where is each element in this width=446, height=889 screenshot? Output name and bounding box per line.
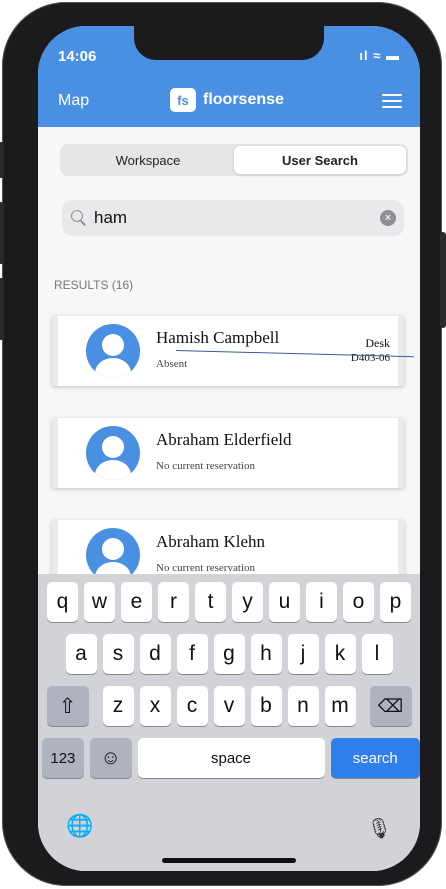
key-z[interactable]: z bbox=[102, 686, 134, 726]
key-y[interactable]: y bbox=[232, 582, 263, 622]
key-m[interactable]: m bbox=[324, 686, 356, 726]
hamburger-menu-icon[interactable] bbox=[382, 94, 402, 108]
key-c[interactable]: c bbox=[176, 686, 208, 726]
search-bar: × bbox=[62, 200, 404, 236]
result-name: Abraham Klehn bbox=[156, 532, 266, 551]
keyboard-row-1: qwertyuiop bbox=[38, 582, 420, 622]
screen: 14:06 ıl ≈ ▬ Map fs floorsense Workspace… bbox=[38, 26, 420, 871]
user-avatar-icon bbox=[86, 324, 140, 378]
keyboard-row-4: 123 ☺ space search bbox=[38, 738, 420, 778]
key-l[interactable]: l bbox=[361, 634, 393, 674]
keyboard-row-2: asdfghjkl bbox=[38, 634, 420, 674]
map-button[interactable]: Map bbox=[58, 92, 89, 110]
key-t[interactable]: t bbox=[195, 582, 226, 622]
user-avatar-icon bbox=[86, 426, 140, 480]
result-status: No current reservation bbox=[156, 562, 255, 574]
globe-icon[interactable]: 🌐 bbox=[66, 813, 93, 839]
key-w[interactable]: w bbox=[84, 582, 115, 622]
segment-workspace[interactable]: Workspace bbox=[62, 146, 234, 174]
clear-search-icon[interactable]: × bbox=[380, 210, 396, 226]
result-status: Absent bbox=[156, 358, 188, 370]
shift-key[interactable]: ⇧ bbox=[46, 686, 89, 726]
search-icon bbox=[70, 209, 88, 227]
key-j[interactable]: j bbox=[287, 634, 319, 674]
key-p[interactable]: p bbox=[380, 582, 411, 622]
key-u[interactable]: u bbox=[269, 582, 300, 622]
segment-user-search[interactable]: User Search bbox=[234, 146, 406, 174]
result-name: Hamish Campbell bbox=[156, 328, 280, 347]
numbers-key[interactable]: 123 bbox=[42, 738, 84, 778]
key-a[interactable]: a bbox=[65, 634, 97, 674]
key-r[interactable]: r bbox=[158, 582, 189, 622]
emoji-key[interactable]: ☺ bbox=[89, 738, 132, 778]
volume-up-button bbox=[0, 202, 4, 264]
result-status: No current reservation bbox=[156, 460, 255, 472]
mute-switch bbox=[0, 142, 4, 178]
home-indicator bbox=[162, 858, 296, 863]
key-i[interactable]: i bbox=[306, 582, 337, 622]
key-x[interactable]: x bbox=[139, 686, 171, 726]
results-count-label: RESULTS (16) bbox=[54, 278, 134, 292]
key-b[interactable]: b bbox=[250, 686, 282, 726]
key-v[interactable]: v bbox=[213, 686, 245, 726]
result-name: Abraham Elderfield bbox=[156, 430, 292, 449]
phone-frame: 14:06 ıl ≈ ▬ Map fs floorsense Workspace… bbox=[0, 2, 446, 886]
on-screen-keyboard: qwertyuiop asdfghjkl ⇧ zxcvbnm ⌫ 123 ☺ s… bbox=[38, 574, 420, 871]
key-d[interactable]: d bbox=[139, 634, 171, 674]
backspace-key[interactable]: ⌫ bbox=[369, 686, 412, 726]
key-f[interactable]: f bbox=[176, 634, 208, 674]
mode-segmented-control: Workspace User Search bbox=[60, 144, 408, 176]
logo-text: floorsense bbox=[203, 91, 284, 108]
key-o[interactable]: o bbox=[343, 582, 374, 622]
key-q[interactable]: q bbox=[47, 582, 78, 622]
search-input[interactable] bbox=[94, 208, 380, 228]
status-icons: ıl ≈ ▬ bbox=[359, 48, 400, 63]
result-location-type: Desk bbox=[365, 336, 390, 350]
key-s[interactable]: s bbox=[102, 634, 134, 674]
key-n[interactable]: n bbox=[287, 686, 319, 726]
status-time: 14:06 bbox=[58, 48, 97, 65]
power-button bbox=[440, 232, 446, 328]
app-logo: fs floorsense bbox=[170, 88, 284, 112]
notch bbox=[134, 26, 324, 60]
key-g[interactable]: g bbox=[213, 634, 245, 674]
keyboard-row-3: ⇧ zxcvbnm ⌫ bbox=[38, 686, 420, 726]
space-key[interactable]: space bbox=[137, 738, 325, 778]
search-key[interactable]: search bbox=[330, 738, 420, 778]
key-e[interactable]: e bbox=[121, 582, 152, 622]
microphone-icon[interactable]: 🎙 bbox=[367, 816, 392, 841]
logo-badge: fs bbox=[170, 88, 196, 112]
volume-down-button bbox=[0, 278, 4, 340]
key-h[interactable]: h bbox=[250, 634, 282, 674]
key-k[interactable]: k bbox=[324, 634, 356, 674]
result-card-1[interactable]: Abraham Elderfield No current reservatio… bbox=[52, 418, 404, 488]
